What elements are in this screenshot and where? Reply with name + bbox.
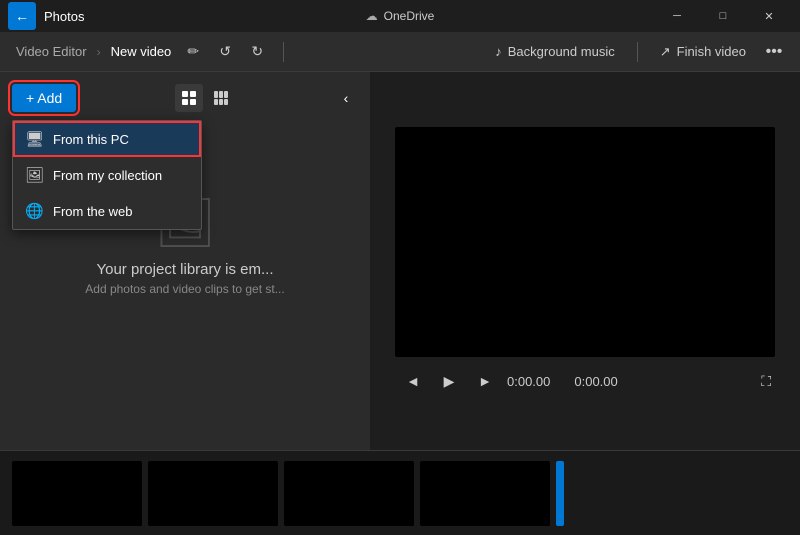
title-bar-center: ☁ OneDrive: [366, 9, 435, 23]
maximize-button[interactable]: □: [700, 0, 746, 32]
grid-4-view-button[interactable]: [175, 84, 203, 112]
background-music-label: Background music: [508, 44, 615, 59]
onedrive-icon: ☁: [366, 9, 378, 23]
time-end: 0:00.00: [574, 374, 617, 389]
rewind-button[interactable]: ◄: [399, 367, 427, 395]
collapse-panel-button[interactable]: ‹: [334, 86, 358, 110]
play-button[interactable]: ▶: [435, 367, 463, 395]
main-content: + Add ‹ 🖥 From this PC: [0, 72, 800, 450]
from-web-item[interactable]: 🌐 From the web: [13, 193, 201, 229]
redo-button[interactable]: ↻: [243, 38, 271, 66]
pc-icon: 🖥: [25, 130, 43, 148]
timeline-thumbnail-4: [420, 461, 550, 526]
breadcrumb-parent[interactable]: Video Editor: [12, 42, 91, 61]
toolbar-separator-2: [637, 42, 638, 62]
left-panel: + Add ‹ 🖥 From this PC: [0, 72, 370, 450]
time-start: 0:00.00: [507, 374, 550, 389]
collection-icon: 🖼: [25, 166, 43, 184]
timeline-thumbnail-2: [148, 461, 278, 526]
finish-video-label: Finish video: [677, 44, 746, 59]
view-buttons: [175, 84, 235, 112]
back-button[interactable]: ←: [8, 2, 36, 30]
toolbar-right: ♪ Background music ↗ Finish video •••: [485, 38, 788, 66]
video-controls: ◄ ▶ ► 0:00.00 0:00.00 ⛶: [395, 367, 775, 395]
from-web-label: From the web: [53, 204, 132, 219]
video-preview: [395, 127, 775, 357]
breadcrumb-separator: ›: [97, 45, 101, 59]
forward-button[interactable]: ►: [471, 367, 499, 395]
minimize-button[interactable]: ─: [654, 0, 700, 32]
empty-state-title: Your project library is em...: [96, 261, 273, 278]
title-bar: ← Photos ☁ OneDrive ─ □ ✕: [0, 0, 800, 32]
close-button[interactable]: ✕: [746, 0, 792, 32]
fullscreen-button[interactable]: ⛶: [761, 373, 771, 390]
music-icon: ♪: [495, 44, 502, 59]
empty-state-subtitle: Add photos and video clips to get st...: [85, 282, 284, 296]
breadcrumb-current: New video: [107, 42, 176, 61]
from-pc-label: From this PC: [53, 132, 129, 147]
grid-4-icon: [182, 91, 196, 105]
background-music-button[interactable]: ♪ Background music: [485, 40, 624, 63]
undo-button[interactable]: ↺: [211, 38, 239, 66]
grid-6-view-button[interactable]: [207, 84, 235, 112]
timeline-thumbnail-1: [12, 461, 142, 526]
from-collection-label: From my collection: [53, 168, 162, 183]
from-pc-item[interactable]: 🖥 From this PC: [13, 121, 201, 157]
toolbar-separator: [283, 42, 284, 62]
app-title: Photos: [44, 9, 84, 24]
onedrive-label: OneDrive: [384, 9, 435, 23]
toolbar: Video Editor › New video ✏ ↺ ↻ ♪ Backgro…: [0, 32, 800, 72]
add-dropdown-menu: 🖥 From this PC 🖼 From my collection 🌐 Fr…: [12, 120, 202, 230]
timeline-thumbnail-3: [284, 461, 414, 526]
right-panel: ◄ ▶ ► 0:00.00 0:00.00 ⛶: [370, 72, 800, 450]
title-bar-right: ─ □ ✕: [654, 0, 792, 32]
from-collection-item[interactable]: 🖼 From my collection: [13, 157, 201, 193]
export-icon: ↗: [660, 44, 671, 60]
left-panel-header: + Add ‹: [12, 84, 358, 112]
more-options-button[interactable]: •••: [760, 38, 788, 66]
title-bar-left: ← Photos: [8, 2, 84, 30]
timeline-end-marker: [556, 461, 564, 526]
finish-video-button[interactable]: ↗ Finish video: [650, 40, 756, 64]
add-button[interactable]: + Add: [12, 84, 76, 112]
grid-6-icon: [214, 91, 228, 105]
web-icon: 🌐: [25, 202, 43, 220]
edit-button[interactable]: ✏: [179, 38, 207, 66]
timeline: [0, 450, 800, 535]
